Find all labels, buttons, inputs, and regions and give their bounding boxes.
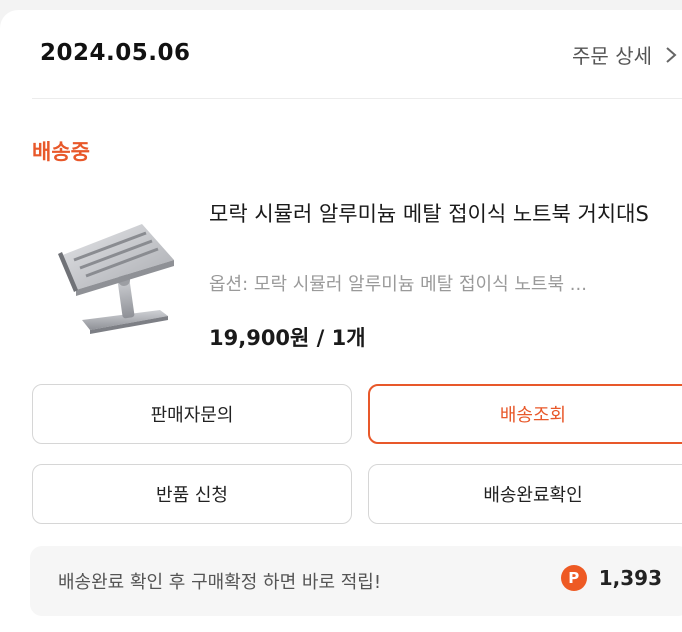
- track-delivery-button[interactable]: 배송조회: [368, 384, 682, 444]
- confirm-delivery-button[interactable]: 배송완료확인: [368, 464, 682, 524]
- reward-message: 배송완료 확인 후 구매확정 하면 바로 적립!: [58, 572, 382, 593]
- order-date: 2024.05.06: [40, 40, 191, 66]
- point-value: 1,393: [598, 566, 662, 590]
- order-detail-label: 주문 상세: [572, 44, 652, 68]
- return-request-button[interactable]: 반품 신청: [32, 464, 352, 524]
- reward-points: P 1,393: [560, 565, 662, 591]
- divider: [32, 98, 682, 99]
- order-header: 2024.05.06 주문 상세: [40, 38, 682, 78]
- delivery-status: 배송중: [32, 140, 90, 164]
- product-image[interactable]: [42, 208, 177, 350]
- point-icon: P: [560, 565, 587, 591]
- order-detail-link[interactable]: 주문 상세: [572, 40, 678, 69]
- reward-banner: 배송완료 확인 후 구매확정 하면 바로 적립! P 1,393: [30, 546, 682, 616]
- order-card: 2024.05.06 주문 상세 배송중 모락 시뮬러 알루미늄 메탈 접이식 …: [0, 10, 682, 632]
- product-title[interactable]: 모락 시뮬러 알루미늄 메탈 접이식 노트북 거치대S: [209, 196, 682, 232]
- laptop-stand-icon: [58, 224, 174, 334]
- product-price: 19,900원 / 1개: [209, 326, 366, 350]
- chevron-right-icon: [664, 45, 678, 65]
- seller-inquiry-button[interactable]: 판매자문의: [32, 384, 352, 444]
- product-option: 옵션: 모락 시뮬러 알루미늄 메탈 접이식 노트북 ...: [209, 274, 587, 295]
